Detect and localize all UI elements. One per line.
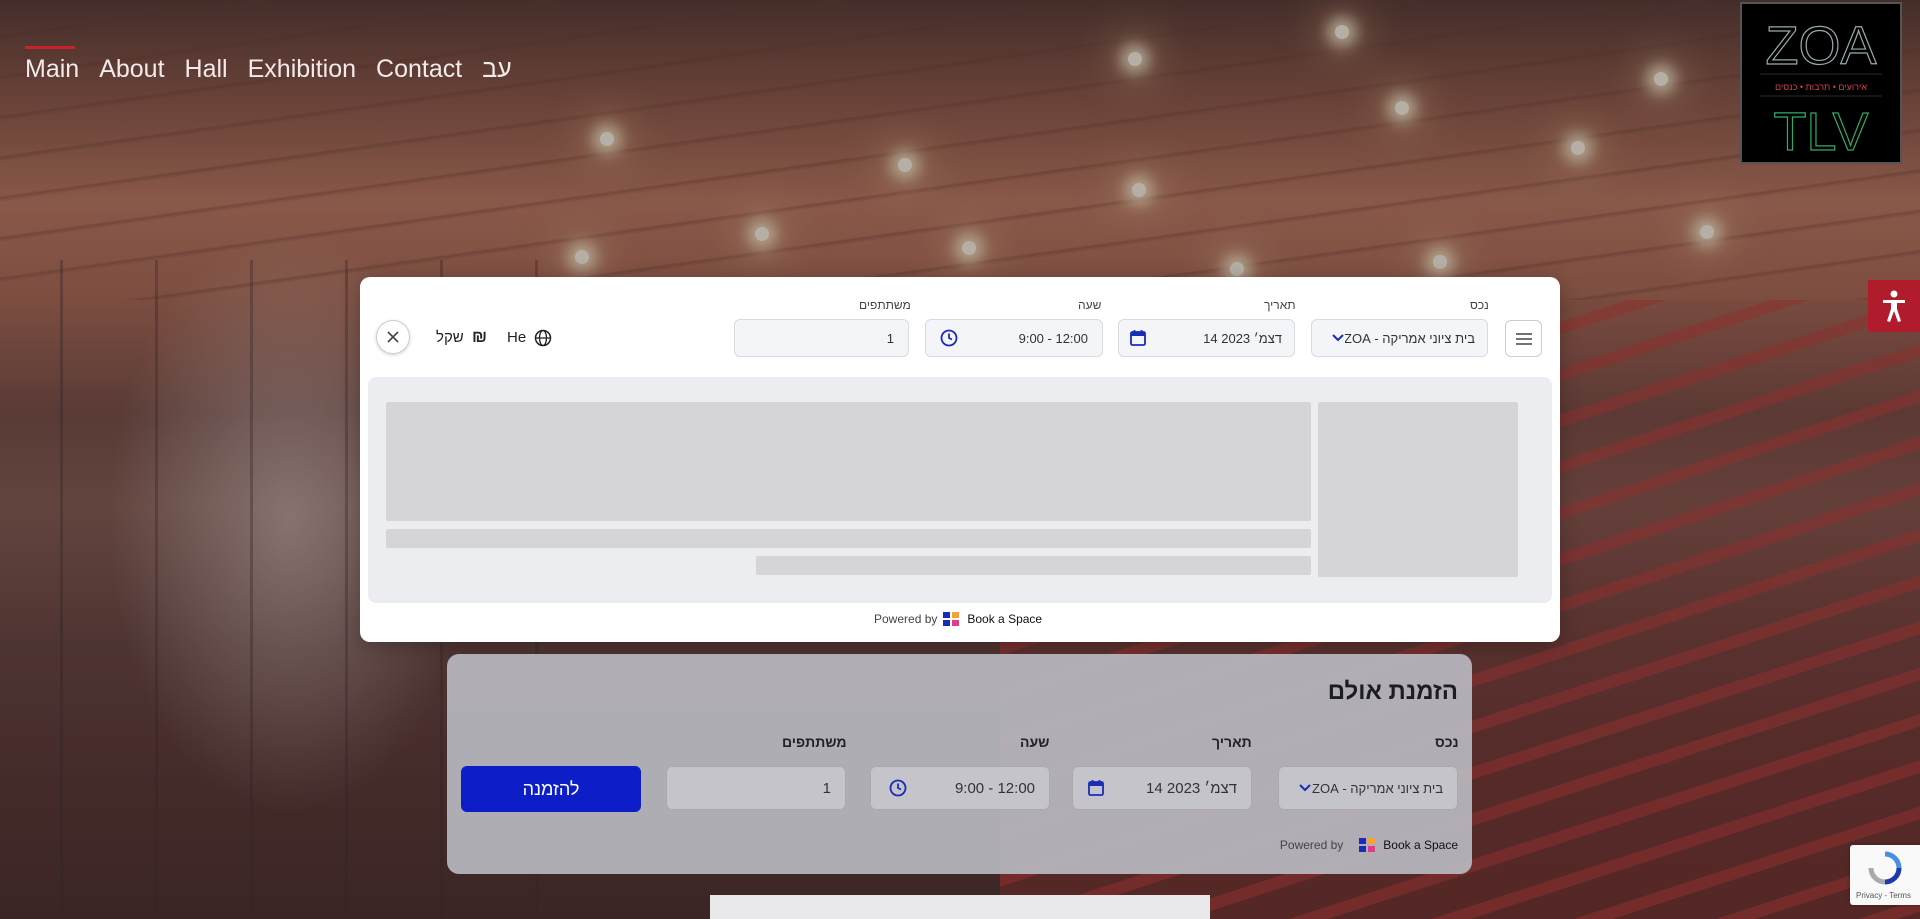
skeleton-line-1 <box>386 529 1311 548</box>
content-section-peek <box>710 895 1210 919</box>
book-button[interactable]: להזמנה <box>461 766 641 812</box>
card-property-label: נכס <box>1435 734 1459 750</box>
recaptcha-icon <box>1868 851 1902 885</box>
card-participants-label: משתתפים <box>782 734 847 750</box>
card-calendar-icon <box>1088 780 1104 796</box>
participants-value: 1 <box>886 330 894 346</box>
book-a-space-logo-icon <box>943 612 961 626</box>
card-time-input[interactable]: 9:00 - 12:00 <box>870 766 1050 810</box>
recaptcha-text[interactable]: Privacy - Terms <box>1856 891 1911 900</box>
calendar-icon <box>1130 330 1146 346</box>
hamburger-icon <box>1515 332 1532 345</box>
date-label: תאריך <box>1264 298 1296 312</box>
card-participants-input[interactable]: 1 <box>666 766 846 810</box>
card-date-value: 14 דצמ׳ 2023 <box>1146 779 1237 797</box>
currency-symbol[interactable]: ₪ <box>472 327 487 347</box>
clock-icon <box>940 329 958 347</box>
nav-item-language-he[interactable]: עב <box>482 54 512 84</box>
time-label: שעה <box>1078 298 1102 312</box>
brand-name: Book a Space <box>967 612 1043 626</box>
card-powered-by[interactable]: Powered by Book a Space <box>1280 838 1458 852</box>
logo-tagline: אירועים • תרבות • כנסים <box>1775 82 1867 92</box>
logo-bottom-text: TLV <box>1773 102 1868 162</box>
globe-icon[interactable] <box>534 329 552 347</box>
property-label: נכס <box>1470 298 1489 312</box>
card-chevron-down-icon <box>1299 784 1311 792</box>
card-date-input[interactable]: 14 דצמ׳ 2023 <box>1072 766 1252 810</box>
time-value: 9:00 - 12:00 <box>1018 330 1088 346</box>
main-nav: Main About Hall Exhibition Contact עב <box>25 46 512 84</box>
recaptcha-badge[interactable]: Privacy - Terms <box>1850 845 1920 905</box>
close-button[interactable] <box>376 320 410 354</box>
language-label[interactable]: He <box>507 329 526 346</box>
nav-item-exhibition[interactable]: Exhibition <box>248 54 356 84</box>
booking-modal: שקל ₪ He משתתפים 1 שעה 9:00 - 12:00 תארי… <box>360 277 1560 642</box>
property-select[interactable]: בית ציוני אמריקה - ZOA <box>1311 319 1488 357</box>
accessibility-icon <box>1883 290 1905 322</box>
modal-powered-by[interactable]: Powered by Book a Space <box>874 612 1042 626</box>
card-participants-value: 1 <box>822 779 831 797</box>
nav-item-main[interactable]: Main <box>25 46 79 84</box>
powered-by-label: Powered by <box>874 612 938 626</box>
currency-label[interactable]: שקל <box>436 329 464 346</box>
logo-top-text: ZOA <box>1765 16 1876 76</box>
card-clock-icon <box>889 779 907 797</box>
nav-item-contact[interactable]: Contact <box>376 54 462 84</box>
card-time-value: 9:00 - 12:00 <box>954 779 1035 797</box>
close-icon <box>387 331 399 343</box>
skeleton-image-main <box>386 402 1311 521</box>
menu-button[interactable] <box>1505 320 1542 357</box>
card-time-label: שעה <box>1020 734 1050 750</box>
card-brand-name: Book a Space <box>1383 838 1458 852</box>
participants-label: משתתפים <box>859 298 911 312</box>
card-powered-by-label: Powered by <box>1279 838 1344 852</box>
card-book-a-space-logo-icon <box>1359 838 1377 852</box>
booking-widget: הזמנת אולם להזמנה משתתפים 1 שעה 9:00 - 1… <box>447 654 1472 874</box>
time-input[interactable]: 9:00 - 12:00 <box>925 319 1103 357</box>
accessibility-button[interactable] <box>1868 280 1920 332</box>
skeleton-image-side <box>1318 402 1518 577</box>
date-input[interactable]: 14 דצמ׳ 2023 <box>1118 319 1295 357</box>
chevron-down-icon <box>1332 334 1344 342</box>
loading-skeleton <box>368 377 1552 603</box>
property-value: בית ציוני אמריקה - ZOA <box>1345 330 1475 346</box>
card-property-value: בית ציוני אמריקה - ZOA <box>1312 780 1443 796</box>
nav-item-hall[interactable]: Hall <box>185 54 228 84</box>
card-date-label: תאריך <box>1212 734 1252 750</box>
date-value: 14 דצמ׳ 2023 <box>1203 330 1282 346</box>
participants-input[interactable]: 1 <box>734 319 909 357</box>
nav-item-about[interactable]: About <box>99 54 164 84</box>
site-logo[interactable]: ZOA אירועים • תרבות • כנסים TLV <box>1740 2 1902 164</box>
card-property-select[interactable]: בית ציוני אמריקה - ZOA <box>1278 766 1458 810</box>
skeleton-line-2 <box>756 556 1311 575</box>
booking-title: הזמנת אולם <box>1327 678 1458 705</box>
